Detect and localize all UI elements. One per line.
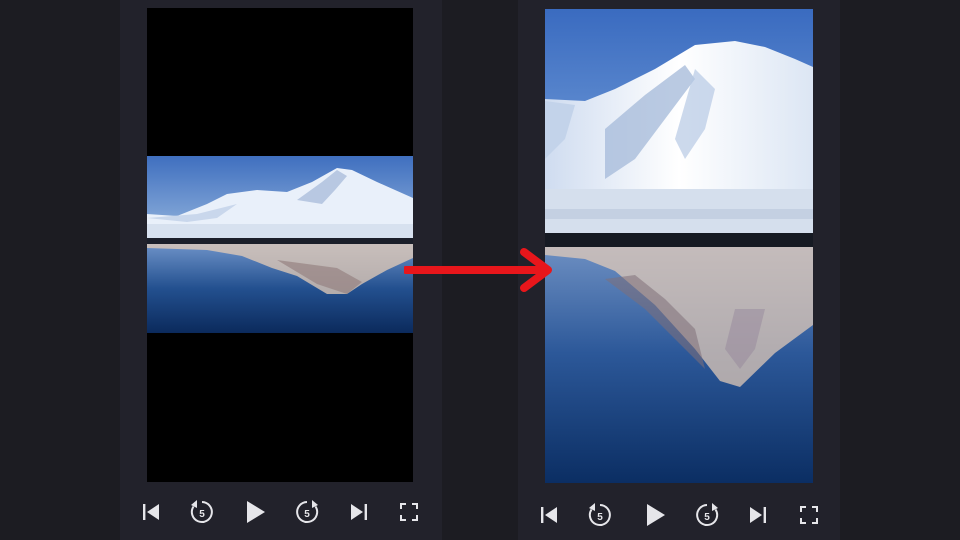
playback-controls: 5 5 (120, 492, 442, 532)
play-icon (247, 501, 265, 523)
svg-text:5: 5 (304, 509, 310, 520)
rewind-5-button[interactable]: 5 (583, 495, 617, 535)
skip-to-end-button[interactable] (741, 495, 775, 535)
skip-to-start-button[interactable] (532, 495, 566, 535)
video-player-cropped: 5 5 (518, 0, 840, 540)
skip-to-end-icon (351, 504, 367, 520)
skip-to-start-button[interactable] (134, 492, 168, 532)
fullscreen-icon (400, 503, 418, 521)
skip-to-start-icon (143, 504, 159, 520)
video-frame-mountain-lake (147, 156, 413, 333)
skip-to-start-icon (541, 507, 557, 523)
video-viewport-fill[interactable] (545, 9, 813, 483)
play-icon (647, 504, 665, 526)
right-arrow-icon (404, 248, 552, 292)
replay-5-icon: 5 (588, 503, 611, 526)
skip-to-end-icon (750, 507, 766, 523)
svg-text:5: 5 (597, 512, 603, 523)
video-viewport-letterboxed[interactable] (147, 8, 413, 482)
forward-5-icon: 5 (696, 503, 719, 526)
svg-text:5: 5 (704, 512, 710, 523)
skip-to-end-button[interactable] (342, 492, 376, 532)
play-button[interactable] (638, 495, 672, 535)
playback-controls: 5 5 (518, 495, 840, 535)
forward-5-button[interactable]: 5 (690, 495, 724, 535)
replay-5-icon: 5 (190, 500, 213, 523)
fullscreen-icon (800, 506, 818, 524)
fullscreen-button[interactable] (392, 492, 426, 532)
svg-text:5: 5 (199, 509, 205, 520)
play-button[interactable] (238, 492, 272, 532)
video-frame-mountain-lake-cropped (545, 9, 813, 483)
forward-5-button[interactable]: 5 (290, 492, 324, 532)
fullscreen-button[interactable] (792, 495, 826, 535)
rewind-5-button[interactable]: 5 (185, 492, 219, 532)
forward-5-icon: 5 (296, 500, 319, 523)
video-player-original: 5 5 (120, 0, 442, 540)
